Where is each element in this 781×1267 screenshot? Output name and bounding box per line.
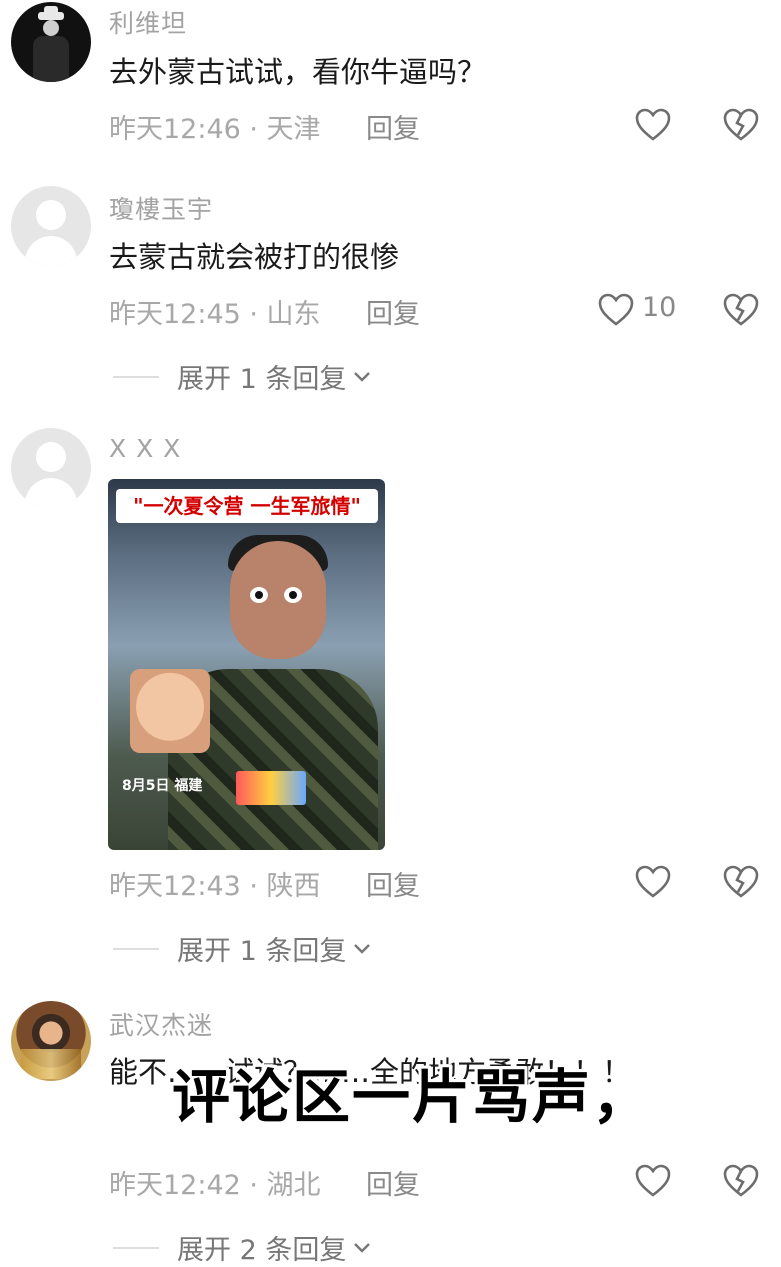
avatar[interactable] [11, 428, 91, 508]
avatar[interactable] [11, 186, 91, 266]
chevron-down-icon [354, 943, 371, 954]
expand-replies-button[interactable]: 展开 1 条回复 [113, 357, 372, 396]
comment-username[interactable]: 瓊樓玉宇 [109, 190, 213, 226]
expand-label: 展开 1 条回复 [177, 936, 347, 967]
heart-icon[interactable] [598, 293, 634, 327]
heart-icon[interactable] [635, 865, 671, 899]
reply-button[interactable]: 回复 [366, 864, 420, 903]
reply-button[interactable]: 回复 [366, 292, 420, 331]
comment-image[interactable]: "一次夏令营 一生军旅情" 8月5日 福建 [108, 479, 385, 850]
like-count: 10 [642, 292, 677, 323]
chevron-down-icon [354, 1242, 371, 1253]
comment-username[interactable]: X X X [109, 434, 181, 463]
expand-replies-button[interactable]: 展开 2 条回复 [113, 1228, 372, 1267]
broken-heart-icon[interactable] [723, 293, 759, 327]
comment-meta: 昨天12:43 · 陕西 [109, 871, 321, 902]
comment-username[interactable]: 武汉杰迷 [109, 1006, 213, 1042]
image-banner-text: "一次夏令营 一生军旅情" [116, 489, 378, 523]
comment-username[interactable]: 利维坦 [109, 4, 187, 40]
heart-icon[interactable] [635, 1164, 671, 1198]
avatar[interactable] [11, 2, 91, 82]
comment-meta: 昨天12:45 · 山东 [109, 299, 321, 330]
divider-line [113, 375, 159, 378]
comment-text: 去外蒙古试试，看你牛逼吗？ [109, 55, 487, 89]
comment-meta: 昨天12:46 · 天津 [109, 114, 321, 145]
broken-heart-icon[interactable] [723, 1164, 759, 1198]
expand-replies-button[interactable]: 展开 1 条回复 [113, 929, 372, 968]
divider-line [113, 947, 159, 950]
expand-label: 展开 1 条回复 [177, 364, 347, 395]
image-caption: 8月5日 福建 [122, 778, 203, 794]
expand-label: 展开 2 条回复 [177, 1235, 347, 1266]
overlay-caption: 评论区一片骂声， [172, 1063, 653, 1131]
reply-button[interactable]: 回复 [366, 107, 420, 146]
broken-heart-icon[interactable] [723, 865, 759, 899]
reply-button[interactable]: 回复 [366, 1163, 420, 1202]
heart-icon[interactable] [635, 108, 671, 142]
avatar[interactable] [11, 1001, 91, 1081]
chevron-down-icon [354, 371, 371, 382]
broken-heart-icon[interactable] [723, 108, 759, 142]
comment-text: 去蒙古就会被打的很惨 [109, 240, 400, 274]
comment-meta: 昨天12:42 · 湖北 [109, 1170, 321, 1201]
